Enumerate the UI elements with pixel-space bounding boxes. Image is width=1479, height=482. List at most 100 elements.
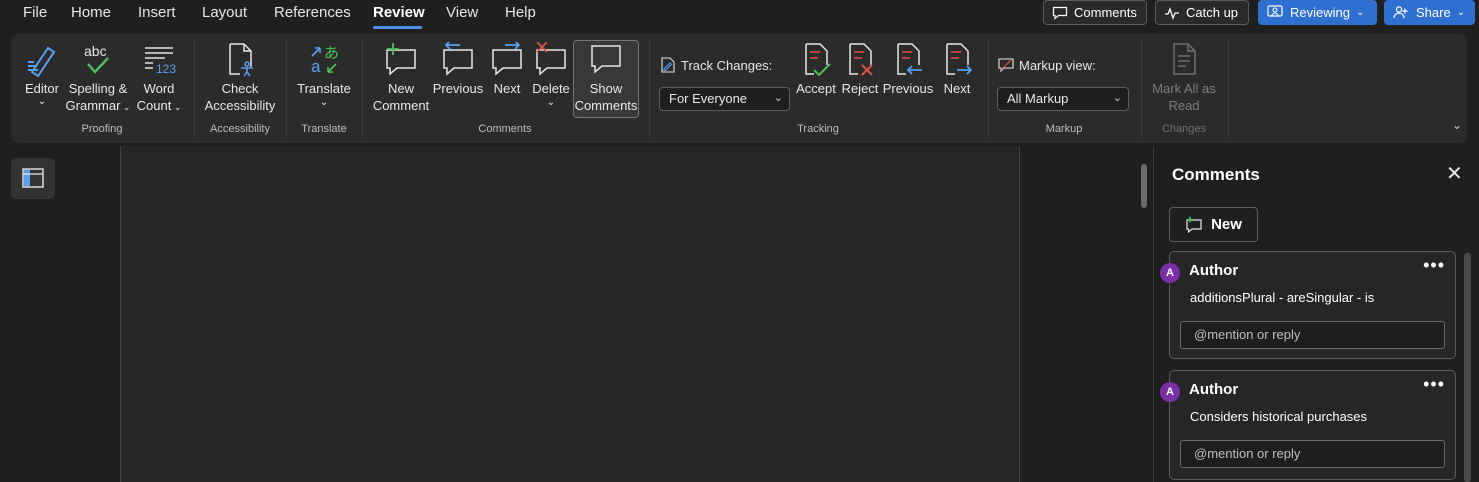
translate-label: Translate — [297, 81, 351, 96]
group-label-accessibility: Accessibility — [210, 123, 270, 135]
group-label-proofing: Proofing — [81, 123, 123, 135]
comments-top-button-label: Comments — [1074, 5, 1137, 20]
catch-up-button-label: Catch up — [1186, 5, 1239, 20]
group-label-translate: Translate — [301, 123, 347, 135]
next-change-icon — [946, 43, 973, 75]
comments-top-button[interactable]: Comments — [1043, 0, 1147, 25]
accept-label: Accept — [796, 81, 836, 96]
svg-text:a: a — [311, 57, 321, 76]
comment-author: Author — [1189, 381, 1239, 398]
reviewing-mode-label: Reviewing — [1290, 5, 1350, 20]
comment-thread-card[interactable]: A Author ••• additionsPlural - areSingul… — [1160, 251, 1456, 359]
editor-pen-icon — [28, 46, 56, 78]
previous-change-label: Previous — [882, 81, 934, 96]
editor-button[interactable]: Editor ⌄ — [18, 42, 66, 107]
catch-up-button[interactable]: Catch up — [1155, 0, 1249, 25]
delete-comment-button[interactable]: Delete ⌄ — [529, 42, 573, 109]
chevron-down-icon: ⌄ — [171, 102, 182, 112]
previous-comment-label: Previous — [432, 81, 484, 96]
accept-button[interactable]: Accept — [794, 42, 838, 97]
menu-review[interactable]: Review — [373, 4, 425, 21]
new-comment-pane-label: New — [1211, 216, 1242, 233]
markup-view-icon — [998, 58, 1014, 73]
new-comment-pane-button[interactable]: New — [1169, 207, 1258, 242]
reviewing-icon — [1267, 5, 1283, 17]
menu-file[interactable]: File — [23, 4, 47, 21]
group-label-markup: Markup — [1045, 123, 1083, 135]
markup-view-dropdown[interactable]: All Markup ⌄ — [997, 87, 1129, 111]
more-options-icon[interactable]: ••• — [1423, 374, 1445, 395]
comment-icon — [1052, 6, 1068, 20]
chevron-down-icon: ⌄ — [1112, 92, 1122, 104]
next-comment-icon — [492, 42, 522, 76]
document-scrollbar[interactable] — [1141, 164, 1147, 208]
check-accessibility-button[interactable]: Check Accessibility — [202, 42, 278, 114]
menu-references[interactable]: References — [274, 4, 351, 21]
previous-comment-button[interactable]: Previous — [431, 42, 485, 97]
mark-all-read-icon — [1173, 43, 1196, 75]
reject-button[interactable]: Reject — [840, 42, 880, 97]
next-comment-button[interactable]: Next — [487, 42, 527, 97]
new-comment-button[interactable]: New Comment — [369, 42, 433, 114]
track-changes-dropdown[interactable]: For Everyone ⌄ — [659, 87, 790, 111]
translate-button[interactable]: a あ Translate ⌄ — [293, 42, 355, 109]
navigation-pane-button[interactable] — [11, 158, 55, 199]
markup-view-label: Markup view: — [1019, 57, 1096, 73]
word-count-label-line1: Word — [143, 81, 175, 96]
group-label-tracking: Tracking — [797, 123, 839, 135]
menu-view[interactable]: View — [446, 4, 478, 21]
share-people-icon — [1393, 6, 1408, 19]
word-count-icon-text: 123 — [156, 62, 176, 76]
chevron-down-icon: ⌄ — [1456, 7, 1466, 18]
reply-input[interactable]: @mention or reply — [1180, 321, 1445, 349]
next-change-button[interactable]: Next — [936, 42, 978, 97]
show-comments-icon — [591, 45, 621, 74]
chevron-down-icon: ⌄ — [120, 102, 131, 112]
ribbon-collapse-chevron-icon[interactable]: ⌄ — [1452, 118, 1462, 132]
ribbon-separator — [194, 40, 195, 138]
reviewing-mode-button[interactable]: Reviewing ⌄ — [1258, 0, 1377, 25]
document-page[interactable] — [120, 146, 1020, 482]
word-count-button[interactable]: 123 Word Count ⌄ — [135, 42, 183, 116]
show-comments-button[interactable]: Show Comments — [573, 42, 639, 114]
track-changes-value: For Everyone — [669, 91, 748, 106]
new-comment-icon — [1186, 216, 1202, 233]
delete-comment-label: Delete — [532, 81, 570, 96]
reject-label: Reject — [841, 81, 879, 96]
spelling-grammar-button[interactable]: abc Spelling & Grammar ⌄ — [64, 42, 132, 116]
svg-text:あ: あ — [324, 44, 339, 62]
word-count-label-line2: Count — [136, 98, 172, 113]
comments-pane-title: Comments — [1172, 165, 1260, 184]
mark-all-read-line1: Mark All as — [1152, 81, 1216, 96]
menu-help[interactable]: Help — [505, 4, 536, 21]
menu-layout[interactable]: Layout — [202, 4, 247, 21]
comment-thread-card[interactable]: A Author ••• Considers historical purcha… — [1160, 370, 1456, 480]
pulse-icon — [1165, 6, 1179, 20]
chevron-down-icon: ⌄ — [546, 97, 556, 108]
editor-label: Editor — [25, 81, 59, 96]
comment-text: Considers historical purchases — [1190, 409, 1368, 424]
markup-view-value: All Markup — [1007, 91, 1069, 106]
menu-insert[interactable]: Insert — [138, 4, 176, 21]
ribbon-separator — [1141, 40, 1142, 138]
check-accessibility-line2: Accessibility — [204, 98, 276, 113]
track-changes-label-row: Track Changes: — [660, 57, 772, 73]
previous-comment-icon — [443, 42, 473, 76]
chevron-down-icon: ⌄ — [773, 92, 783, 104]
chevron-down-icon: ⌄ — [319, 97, 329, 108]
chevron-down-icon: ⌄ — [1355, 7, 1365, 18]
comments-pane-scrollbar[interactable] — [1464, 253, 1471, 482]
group-label-comments: Comments — [478, 123, 532, 135]
menu-home[interactable]: Home — [71, 4, 111, 21]
accept-icon — [805, 43, 831, 77]
mark-all-read-button[interactable]: Mark All as Read — [1148, 42, 1220, 114]
spelling-label-line1: Spelling & — [68, 81, 128, 96]
chevron-down-icon: ⌄ — [37, 96, 47, 107]
previous-change-button[interactable]: Previous — [882, 42, 934, 97]
spelling-icon-text: abc — [84, 43, 107, 59]
more-options-icon[interactable]: ••• — [1423, 255, 1445, 276]
reply-input[interactable]: @mention or reply — [1180, 440, 1445, 468]
close-icon[interactable]: ✕ — [1446, 164, 1463, 184]
ribbon-separator — [1228, 40, 1229, 138]
share-button[interactable]: Share ⌄ — [1384, 0, 1475, 25]
